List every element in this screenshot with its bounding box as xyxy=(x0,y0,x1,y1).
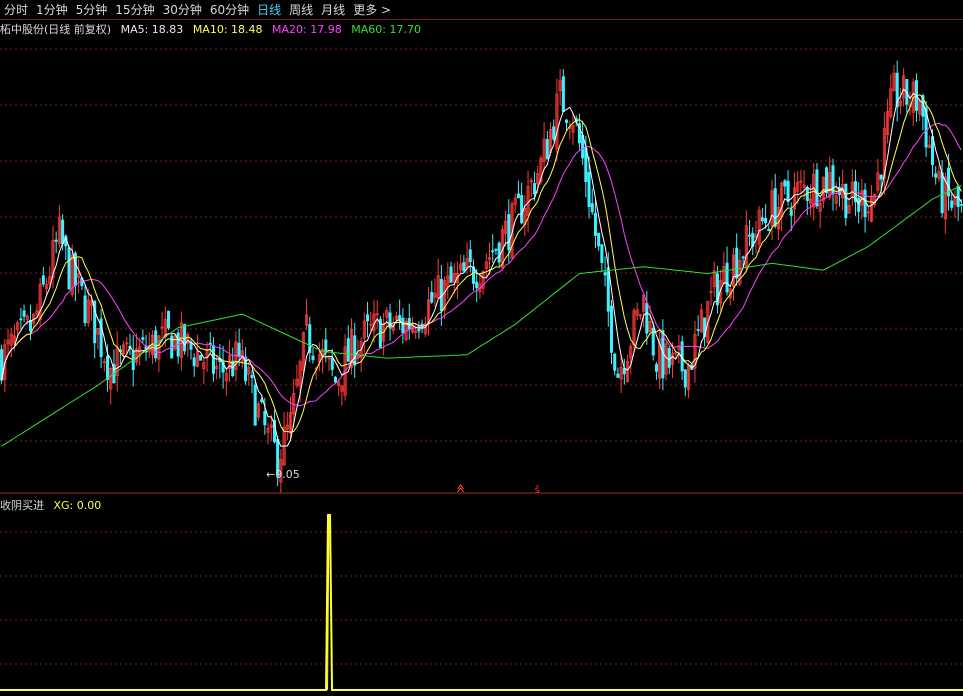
candle-body xyxy=(192,357,196,367)
candle-body xyxy=(879,174,883,180)
candle-body xyxy=(41,275,45,285)
ma10-line xyxy=(1,94,962,433)
candle-body xyxy=(773,188,777,227)
candle-body xyxy=(417,327,421,332)
candle-body xyxy=(930,136,935,166)
candle-body xyxy=(622,368,626,375)
candle-body xyxy=(67,247,71,290)
signal-marker-icon xyxy=(457,484,465,493)
candle-body xyxy=(735,247,739,279)
candle-body xyxy=(330,357,334,370)
candle-body xyxy=(654,364,658,372)
candle-body xyxy=(645,302,649,334)
candle-body xyxy=(449,266,453,283)
candle-body xyxy=(587,171,591,208)
candle-body xyxy=(83,295,87,324)
candle-body xyxy=(430,291,434,303)
candle-body xyxy=(183,324,187,352)
candle-body xyxy=(667,348,671,368)
candle-body xyxy=(613,353,617,371)
candle-body xyxy=(167,310,171,329)
candle-body xyxy=(507,214,511,250)
candle-body xyxy=(311,355,315,361)
candle-body xyxy=(603,272,607,276)
candle-body xyxy=(590,203,594,213)
candle-body xyxy=(253,384,257,426)
candle-body xyxy=(260,399,264,403)
candle-body xyxy=(545,139,549,160)
candle-body xyxy=(825,167,829,194)
candle-body xyxy=(950,200,954,208)
candle-body xyxy=(609,305,614,353)
candle-body xyxy=(741,256,745,259)
candle-body xyxy=(324,339,328,353)
signal-marker-icon: ŝ xyxy=(535,484,540,496)
candle-body xyxy=(786,180,790,202)
candle-body xyxy=(401,317,405,334)
candle-body xyxy=(815,169,819,207)
candle-body xyxy=(748,234,752,237)
low-price-label: ←9.05 xyxy=(266,468,300,481)
candle-body xyxy=(28,320,33,332)
candle-body xyxy=(250,375,254,379)
candle-body xyxy=(61,219,65,245)
candle-body xyxy=(561,76,565,113)
candle-body xyxy=(532,183,536,195)
candle-body xyxy=(696,329,700,331)
candle-body xyxy=(520,195,524,224)
candle-body xyxy=(237,342,241,357)
candle-body xyxy=(263,411,267,426)
candle-body xyxy=(462,262,466,272)
candle-body xyxy=(863,189,867,218)
candle-body xyxy=(366,314,370,322)
candle-body xyxy=(857,197,861,212)
candle-body xyxy=(491,250,495,253)
candle-body xyxy=(54,239,58,242)
candle-body xyxy=(106,355,110,380)
candle-body xyxy=(600,244,604,264)
candle-body xyxy=(760,217,764,222)
candle-body xyxy=(475,281,479,289)
candle-body xyxy=(584,147,588,183)
candle-body xyxy=(497,242,501,263)
candle-body xyxy=(19,318,23,321)
candle-body xyxy=(516,193,520,199)
candle-body xyxy=(211,345,215,374)
candle-body xyxy=(767,228,771,232)
candle-body xyxy=(789,209,793,216)
candle-body xyxy=(333,376,337,383)
candle-body xyxy=(764,218,768,224)
candle-body xyxy=(940,172,944,214)
candle-body xyxy=(398,315,402,321)
candle-body xyxy=(593,212,597,236)
candle-body xyxy=(199,354,203,361)
candle-body xyxy=(22,310,26,317)
candle-body xyxy=(346,338,350,362)
candle-body xyxy=(934,173,938,178)
ma60-line xyxy=(1,185,962,447)
candle-body xyxy=(783,180,787,187)
candle-body xyxy=(141,337,145,340)
candle-body xyxy=(844,183,848,219)
candle-body xyxy=(494,248,498,251)
candle-body xyxy=(959,204,963,206)
candle-body xyxy=(468,249,472,263)
candle-body xyxy=(683,369,687,388)
candle-body xyxy=(597,232,601,247)
candle-body xyxy=(725,262,729,293)
candle-body xyxy=(616,373,620,378)
candle-body xyxy=(565,119,569,124)
ma5-line xyxy=(1,88,962,447)
kline-chart[interactable]: ←9.05 ŝ xyxy=(0,0,963,696)
candle-body xyxy=(552,126,556,140)
